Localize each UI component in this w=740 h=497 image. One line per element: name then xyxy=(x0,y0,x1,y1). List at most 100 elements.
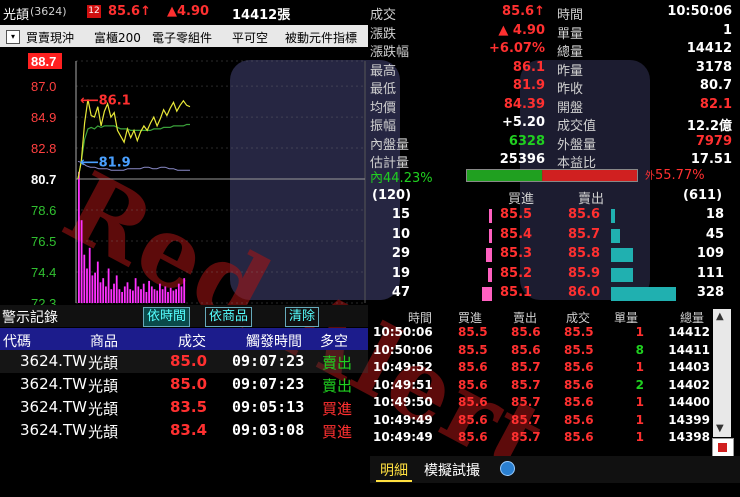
tag-electronic-components[interactable]: 電子零組件 xyxy=(152,29,212,46)
quote-label: 振幅 xyxy=(370,119,397,134)
tab-by-product[interactable]: 依商品 xyxy=(205,307,253,327)
alert-product: 光頡 xyxy=(88,400,119,418)
export-icon[interactable] xyxy=(712,438,734,458)
ask-bar xyxy=(611,248,633,262)
tag-day-trade[interactable]: 買賣現沖 xyxy=(26,29,74,46)
volume-bar xyxy=(78,171,80,303)
outer-ratio: 外55.77% xyxy=(645,168,705,183)
quote-value: 25396 xyxy=(499,152,545,167)
volume-bar xyxy=(153,289,156,303)
quote-value: 80.7 xyxy=(699,78,732,93)
scroll-up-icon[interactable]: ▲ xyxy=(716,311,724,322)
alert-trigger-time: 09:03:08 xyxy=(232,421,305,439)
trade-total: 14400 xyxy=(668,395,710,409)
ask-bar xyxy=(611,209,615,223)
alert-table-header: 代碼 商品 成交 觸發時間 多空 xyxy=(0,328,368,350)
col-side: 多空 xyxy=(320,334,348,350)
volume-bar xyxy=(169,287,172,303)
trade-time: 10:49:51 xyxy=(373,377,433,392)
volume-bar xyxy=(180,286,183,303)
trade-ask: 85.6 xyxy=(511,325,541,339)
trade-qty: 8 xyxy=(635,342,644,357)
trades-column-header: 總量 xyxy=(680,311,705,325)
alert-trigger-time: 09:05:13 xyxy=(232,398,305,416)
trade-total: 14399 xyxy=(668,412,710,427)
volume-bar xyxy=(172,290,175,303)
alert-panel-title: 警示記錄 xyxy=(2,310,58,326)
quote-label: 本益比 xyxy=(557,156,597,171)
volume-bar xyxy=(91,275,94,303)
volume-bar xyxy=(121,291,123,303)
tag-otc200[interactable]: 富櫃200 xyxy=(94,29,141,46)
bid-price: 85.3 xyxy=(500,246,533,261)
alert-price: 83.5 xyxy=(170,398,208,416)
trade-qty: 1 xyxy=(635,430,644,444)
alert-table: 代碼 商品 成交 觸發時間 多空 3624.TW 光頡 85.0 09:07:23 賣出… xyxy=(0,328,368,442)
alert-side: 賣出 xyxy=(322,354,353,372)
bid-price: 85.4 xyxy=(500,226,533,242)
tab-by-time[interactable]: 依時間 xyxy=(143,307,191,327)
quote-label: 成交值 xyxy=(557,119,597,134)
volume-bar xyxy=(115,275,118,303)
alert-row[interactable]: 3624.TW 光頡 83.5 09:05:13 買進 xyxy=(0,396,368,419)
y-tick-label: 82.8 xyxy=(31,141,56,156)
alert-row[interactable]: 3624.TW 光頡 83.4 09:03:08 買進 xyxy=(0,419,368,442)
quote-label: 時間 xyxy=(557,8,584,23)
trade-bid: 85.6 xyxy=(458,430,488,444)
trade-ask: 85.7 xyxy=(511,412,541,427)
checkbox-icon[interactable]: ▾ xyxy=(6,30,20,44)
trade-ask: 85.7 xyxy=(511,395,541,409)
ask-qty: 328 xyxy=(696,285,724,300)
ask-price: 86.0 xyxy=(568,285,601,300)
alert-code: 3624.TW xyxy=(20,375,87,393)
outer-ratio-fill xyxy=(542,170,637,181)
tag-short-sell[interactable]: 平可空 xyxy=(232,29,268,46)
ask-header: 賣出 xyxy=(578,192,605,207)
trade-qty: 1 xyxy=(635,360,644,374)
bid-qty: 47 xyxy=(391,285,410,300)
quote-label: 開盤 xyxy=(557,100,584,116)
volume-bar xyxy=(150,286,153,303)
trade-time: 10:49:50 xyxy=(373,395,433,409)
trades-scrollbar[interactable]: ▲ ▼ xyxy=(713,309,731,437)
quote-value: 1 xyxy=(722,22,732,38)
volume-bar xyxy=(113,283,115,303)
ask-price: 85.6 xyxy=(568,207,601,222)
ask-price: 85.7 xyxy=(568,226,601,242)
bid-price: 85.1 xyxy=(500,285,533,300)
alert-row[interactable]: 3624.TW 光頡 85.0 09:07:23 賣出 xyxy=(0,350,368,373)
quote-label: 單量 xyxy=(557,26,584,42)
quote-label: 漲跌幅 xyxy=(370,45,410,60)
trade-bid: 85.6 xyxy=(458,395,488,409)
quote-value: +6.07% xyxy=(489,41,545,56)
clear-button[interactable]: 清除 xyxy=(285,307,320,327)
col-price: 成交 xyxy=(178,334,206,350)
trade-total: 14403 xyxy=(668,360,710,374)
stock-code: (3624) xyxy=(30,5,67,18)
alert-code: 3624.TW xyxy=(20,398,87,416)
quote-value: 82.1 xyxy=(699,96,732,112)
alert-side: 賣出 xyxy=(322,377,353,395)
bid-qty: 19 xyxy=(391,265,410,281)
trade-price: 85.6 xyxy=(564,412,594,427)
tag-passive-index[interactable]: 被動元件指標 xyxy=(285,29,357,46)
ask-qty: 45 xyxy=(705,226,724,242)
trades-column-header: 單量 xyxy=(614,311,639,325)
alert-row[interactable]: 3624.TW 光頡 85.0 09:07:23 賣出 xyxy=(0,373,368,396)
volume-bar xyxy=(102,278,105,303)
volume-bar xyxy=(140,289,142,303)
alert-side: 買進 xyxy=(322,423,353,441)
globe-icon[interactable] xyxy=(500,461,515,476)
header-price: 85.6↑ xyxy=(108,4,151,19)
volume-bar xyxy=(159,283,161,303)
quote-value: 81.9 xyxy=(512,78,545,93)
quote-value: 85.6↑ xyxy=(502,4,545,19)
scroll-down-icon[interactable]: ▼ xyxy=(716,423,724,434)
volume-bar xyxy=(142,283,145,303)
tab-simulated-match[interactable]: 模擬試撮 xyxy=(420,460,484,480)
bid-qty: 15 xyxy=(391,207,410,222)
y-tick-label: 78.6 xyxy=(31,203,56,218)
tab-details[interactable]: 明細 xyxy=(376,460,412,482)
trade-total: 14402 xyxy=(668,377,710,392)
alert-trigger-time: 09:07:23 xyxy=(232,375,305,393)
